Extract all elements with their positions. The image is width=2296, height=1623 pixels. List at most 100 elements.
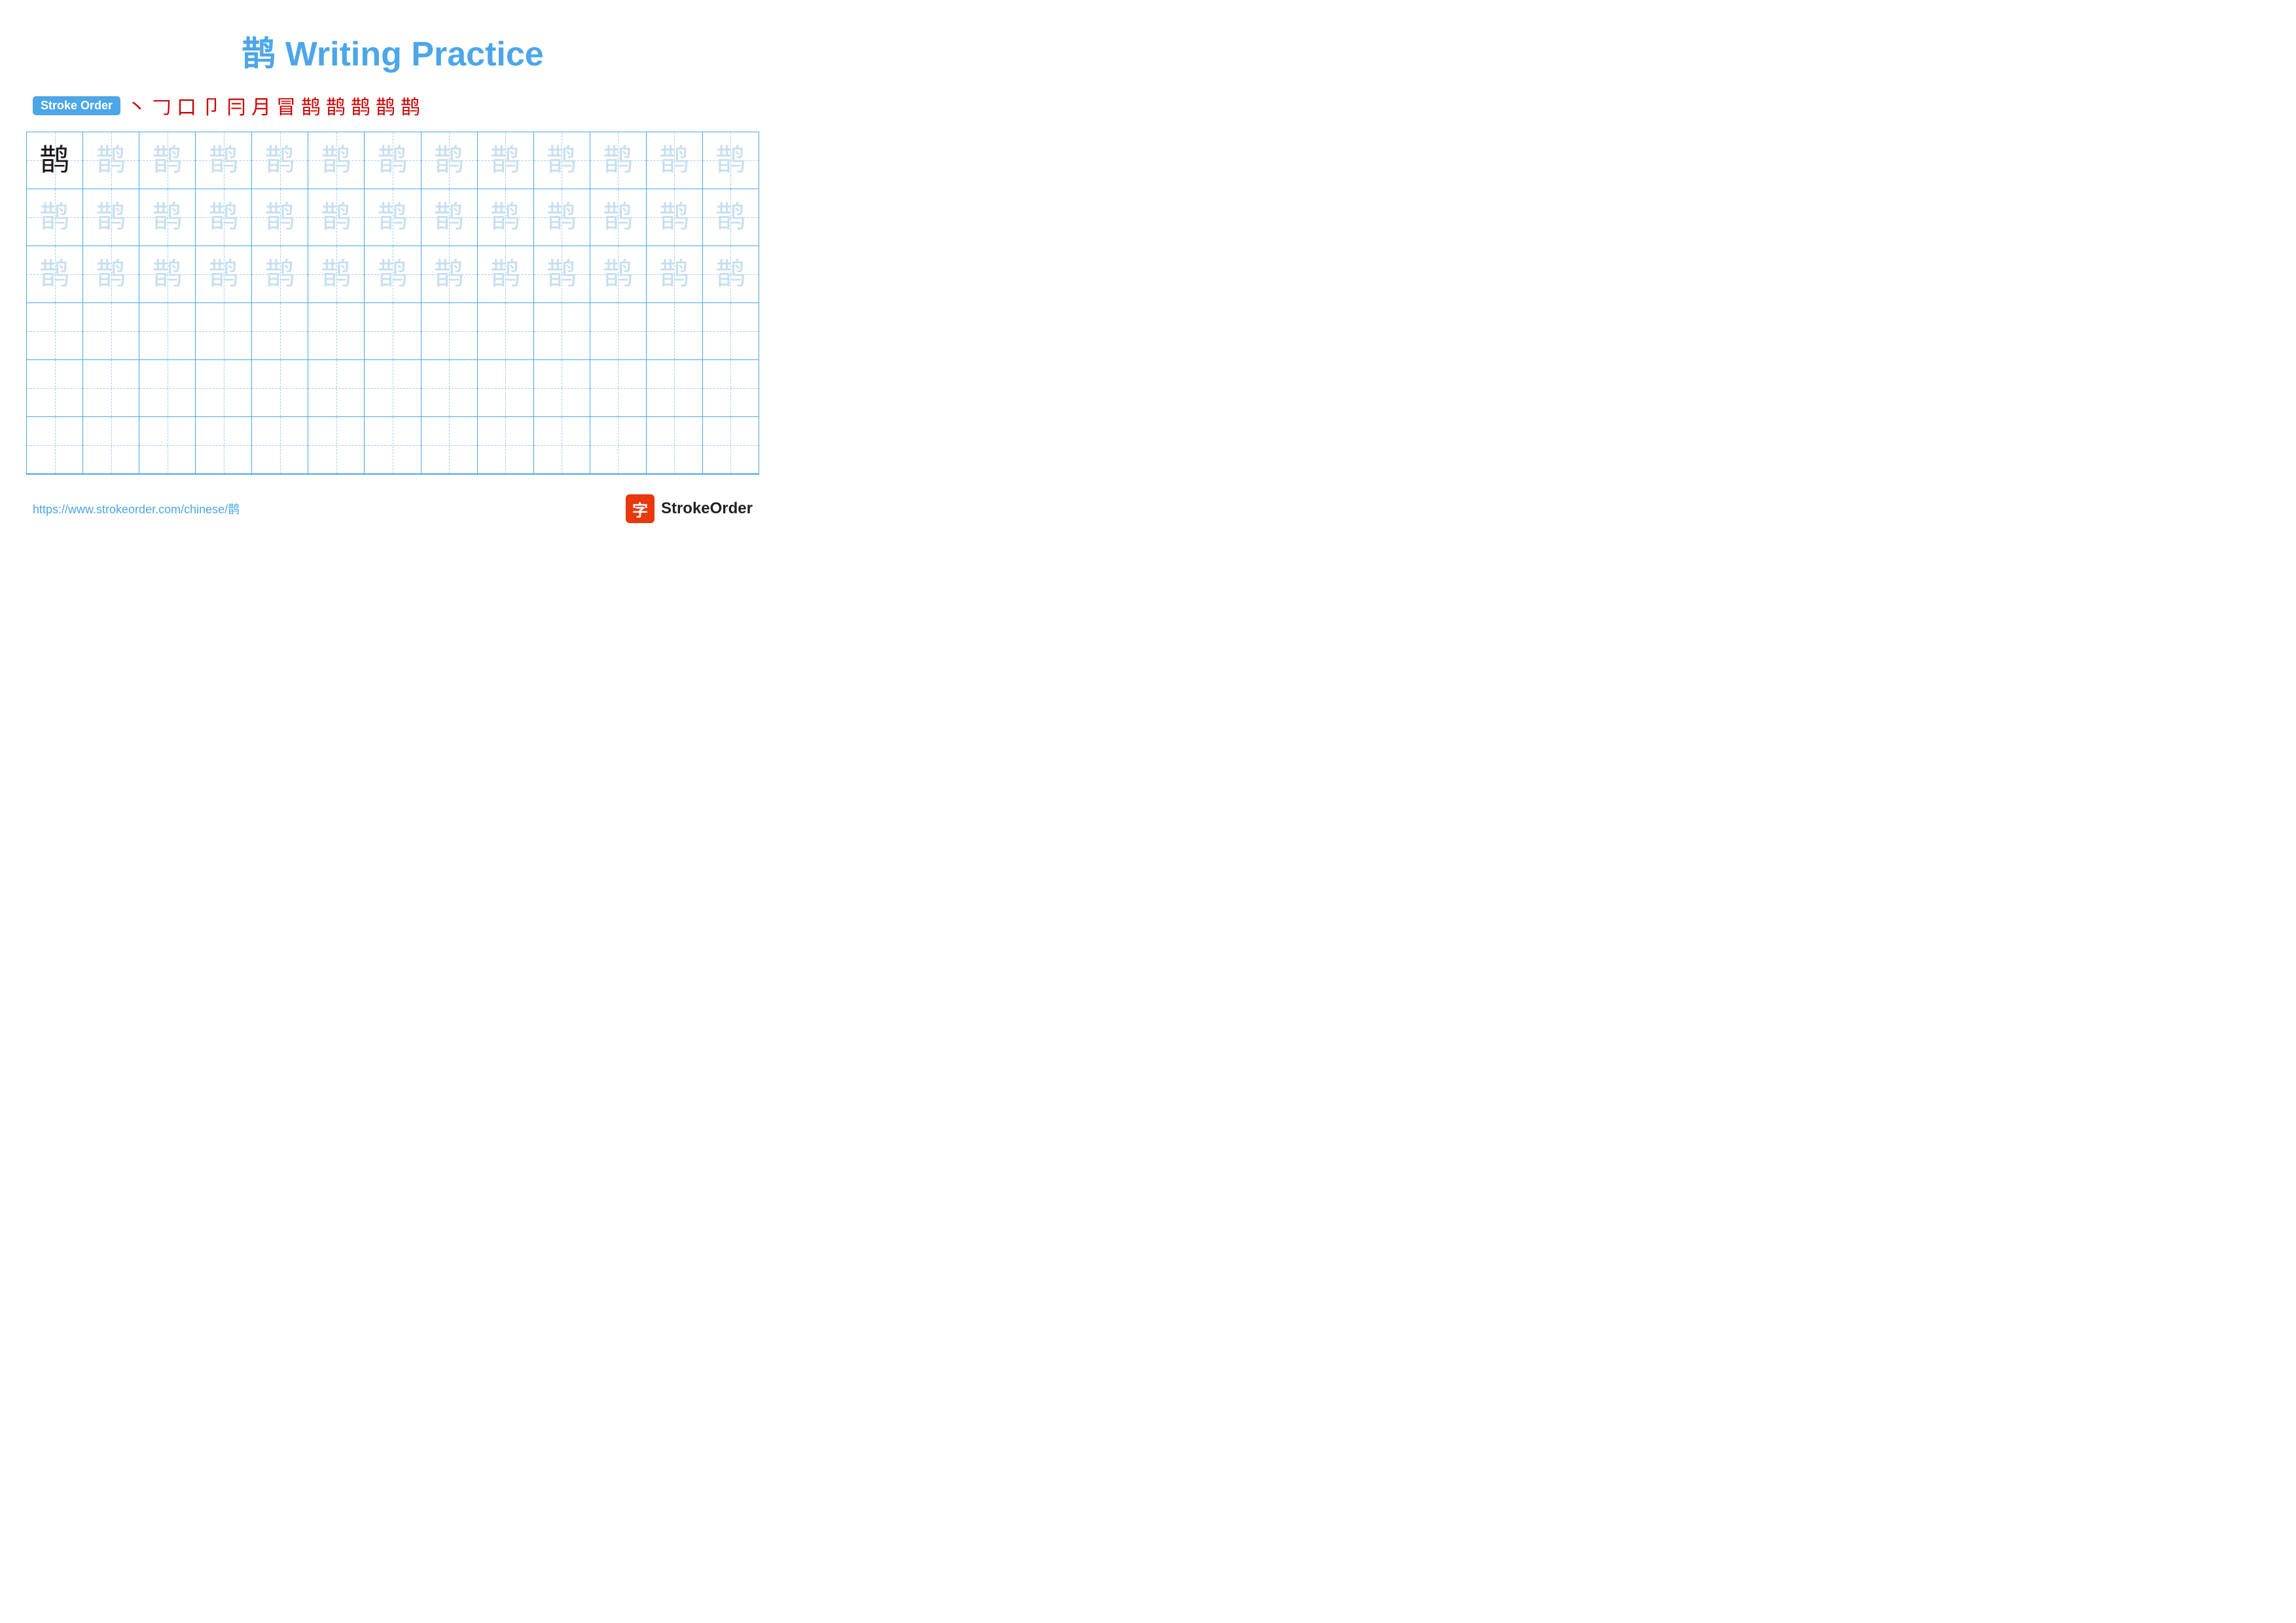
grid-row-3: 鹊 鹊 鹊 鹊 鹊 鹊 鹊 鹊 鹊 鹊 鹊 鹊 鹊 bbox=[27, 246, 759, 303]
grid-cell[interactable]: 鹊 bbox=[252, 189, 308, 246]
grid-cell[interactable] bbox=[252, 303, 308, 359]
grid-cell[interactable] bbox=[308, 417, 365, 473]
grid-cell[interactable]: 鹊 bbox=[83, 246, 139, 302]
grid-cell[interactable] bbox=[365, 303, 421, 359]
grid-cell[interactable] bbox=[647, 303, 703, 359]
grid-cell[interactable] bbox=[590, 303, 647, 359]
grid-cell[interactable]: 鹊 bbox=[365, 132, 421, 189]
grid-cell[interactable] bbox=[308, 360, 365, 416]
grid-cell[interactable] bbox=[252, 360, 308, 416]
grid-cell[interactable]: 鹊 bbox=[196, 132, 252, 189]
grid-cell[interactable] bbox=[422, 417, 478, 473]
grid-cell[interactable]: 鹊 bbox=[647, 246, 703, 302]
grid-cell[interactable]: 鹊 bbox=[139, 189, 196, 246]
character-light: 鹊 bbox=[434, 259, 464, 289]
grid-cell[interactable] bbox=[83, 417, 139, 473]
grid-cell[interactable]: 鹊 bbox=[422, 132, 478, 189]
grid-cell[interactable] bbox=[27, 417, 83, 473]
grid-cell[interactable] bbox=[534, 417, 590, 473]
grid-cell[interactable] bbox=[27, 360, 83, 416]
character-light: 鹊 bbox=[96, 202, 126, 232]
grid-cell[interactable]: 鹊 bbox=[365, 189, 421, 246]
grid-cell[interactable] bbox=[83, 360, 139, 416]
grid-cell[interactable] bbox=[196, 303, 252, 359]
grid-cell[interactable] bbox=[365, 360, 421, 416]
grid-cell[interactable]: 鹊 bbox=[478, 246, 534, 302]
grid-cell[interactable] bbox=[139, 417, 196, 473]
grid-cell[interactable]: 鹊 bbox=[139, 246, 196, 302]
grid-cell[interactable]: 鹊 bbox=[590, 246, 647, 302]
grid-cell[interactable] bbox=[647, 417, 703, 473]
grid-cell[interactable] bbox=[478, 417, 534, 473]
grid-cell[interactable]: 鹊 bbox=[534, 132, 590, 189]
character-light: 鹊 bbox=[96, 259, 126, 289]
grid-cell[interactable]: 鹊 bbox=[308, 246, 365, 302]
grid-cell[interactable]: 鹊 bbox=[196, 189, 252, 246]
grid-cell[interactable]: 鹊 bbox=[83, 189, 139, 246]
grid-cell[interactable]: 鹊 bbox=[308, 189, 365, 246]
grid-cell[interactable]: 鹊 bbox=[422, 246, 478, 302]
grid-cell[interactable]: 鹊 bbox=[647, 189, 703, 246]
grid-cell[interactable] bbox=[365, 417, 421, 473]
character-light: 鹊 bbox=[434, 202, 464, 232]
grid-cell[interactable] bbox=[590, 417, 647, 473]
character-light: 鹊 bbox=[265, 145, 295, 175]
grid-cell[interactable]: 鹊 bbox=[27, 132, 83, 189]
grid-cell[interactable] bbox=[196, 417, 252, 473]
grid-cell[interactable] bbox=[196, 360, 252, 416]
grid-cell[interactable]: 鹊 bbox=[196, 246, 252, 302]
character-light: 鹊 bbox=[547, 202, 577, 232]
character-light: 鹊 bbox=[265, 202, 295, 232]
grid-cell[interactable]: 鹊 bbox=[27, 189, 83, 246]
grid-cell[interactable] bbox=[703, 360, 759, 416]
grid-cell[interactable] bbox=[83, 303, 139, 359]
grid-cell[interactable] bbox=[534, 303, 590, 359]
stroke-5: 冃 bbox=[226, 91, 246, 120]
grid-row-6 bbox=[27, 417, 759, 474]
grid-cell[interactable]: 鹊 bbox=[83, 132, 139, 189]
grid-cell[interactable] bbox=[534, 360, 590, 416]
grid-cell[interactable] bbox=[647, 360, 703, 416]
grid-cell[interactable]: 鹊 bbox=[703, 132, 759, 189]
grid-cell[interactable] bbox=[422, 303, 478, 359]
grid-cell[interactable]: 鹊 bbox=[590, 189, 647, 246]
stroke-2: 𠃌 bbox=[152, 91, 171, 120]
grid-cell[interactable] bbox=[422, 360, 478, 416]
page-title: 鹊 Writing Practice bbox=[26, 26, 759, 75]
grid-cell[interactable]: 鹊 bbox=[534, 246, 590, 302]
grid-cell[interactable]: 鹊 bbox=[308, 132, 365, 189]
grid-cell[interactable]: 鹊 bbox=[703, 189, 759, 246]
footer-logo-text: StrokeOrder bbox=[661, 500, 753, 518]
grid-cell[interactable] bbox=[252, 417, 308, 473]
grid-cell[interactable] bbox=[703, 303, 759, 359]
grid-cell[interactable]: 鹊 bbox=[647, 132, 703, 189]
character-light: 鹊 bbox=[659, 259, 689, 289]
grid-cell[interactable]: 鹊 bbox=[703, 246, 759, 302]
grid-cell[interactable]: 鹊 bbox=[252, 132, 308, 189]
character-light: 鹊 bbox=[378, 259, 408, 289]
footer-url[interactable]: https://www.strokeorder.com/chinese/鹊 bbox=[33, 500, 240, 517]
grid-cell[interactable]: 鹊 bbox=[590, 132, 647, 189]
grid-cell[interactable] bbox=[308, 303, 365, 359]
grid-cell[interactable]: 鹊 bbox=[478, 132, 534, 189]
grid-cell[interactable] bbox=[27, 303, 83, 359]
character-light: 鹊 bbox=[715, 145, 745, 175]
grid-cell[interactable] bbox=[703, 417, 759, 473]
grid-cell[interactable] bbox=[139, 360, 196, 416]
character-light: 鹊 bbox=[321, 145, 351, 175]
grid-cell[interactable] bbox=[478, 303, 534, 359]
character-light: 鹊 bbox=[152, 259, 183, 289]
grid-cell[interactable] bbox=[139, 303, 196, 359]
grid-cell[interactable]: 鹊 bbox=[365, 246, 421, 302]
grid-cell[interactable]: 鹊 bbox=[422, 189, 478, 246]
grid-cell[interactable] bbox=[478, 360, 534, 416]
grid-cell[interactable]: 鹊 bbox=[27, 246, 83, 302]
grid-cell[interactable]: 鹊 bbox=[534, 189, 590, 246]
grid-row-2: 鹊 鹊 鹊 鹊 鹊 鹊 鹊 鹊 鹊 鹊 鹊 鹊 鹊 bbox=[27, 189, 759, 246]
grid-cell[interactable]: 鹊 bbox=[252, 246, 308, 302]
character-light: 鹊 bbox=[715, 259, 745, 289]
grid-cell[interactable]: 鹊 bbox=[478, 189, 534, 246]
character-light: 鹊 bbox=[378, 202, 408, 232]
grid-cell[interactable]: 鹊 bbox=[139, 132, 196, 189]
grid-cell[interactable] bbox=[590, 360, 647, 416]
